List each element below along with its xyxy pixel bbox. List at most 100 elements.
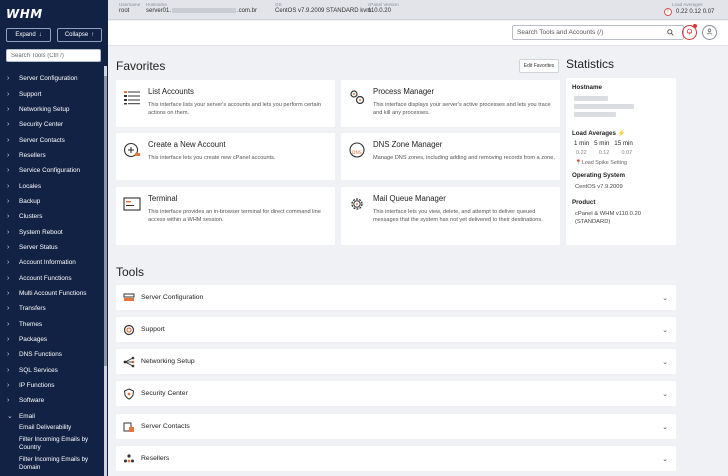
- load-period: 5 min: [594, 140, 610, 147]
- sidebar-item-account-functions[interactable]: › Account Functions: [0, 270, 104, 285]
- load-spike-link[interactable]: 📍Load Spike Setting: [575, 159, 627, 167]
- sidebar-item-service-configuration[interactable]: › Service Configuration: [0, 163, 104, 178]
- chevron-right-icon: ›: [7, 136, 10, 144]
- sidebar-subitem-filter-by-domain[interactable]: Filter Incoming Emails by Domain: [19, 456, 104, 472]
- sidebar-item-software[interactable]: › Software: [0, 393, 104, 408]
- load-period: 15 min: [614, 140, 633, 147]
- lifebuoy-icon: [123, 324, 135, 336]
- search-icon[interactable]: [667, 29, 674, 38]
- card-description: This interface lets you view, delete, an…: [373, 209, 543, 224]
- card-description: This interface lists your server's accou…: [148, 102, 321, 117]
- notifications-button[interactable]: [682, 24, 697, 40]
- sidebar-item-server-configuration[interactable]: › Server Configuration: [0, 71, 104, 86]
- sidebar-item-ip-functions[interactable]: › IP Functions: [0, 378, 104, 393]
- chevron-down-icon: ⌄: [7, 413, 13, 421]
- sidebar-subitem-filter-by-country[interactable]: Filter Incoming Emails by Country: [19, 436, 104, 452]
- load-values: 0.22 0.12 0.07: [576, 150, 632, 156]
- whm-logo[interactable]: WHM: [6, 7, 43, 21]
- chevron-right-icon: ›: [7, 397, 10, 405]
- notification-badge: [693, 24, 697, 28]
- tool-group-resellers[interactable]: Resellers ⌄: [116, 446, 676, 471]
- sidebar-item-email[interactable]: ⌄ Email: [0, 409, 104, 424]
- collapse-button[interactable]: Collapse ↑: [57, 28, 102, 42]
- sidebar-item-sql-services[interactable]: › SQL Services: [0, 363, 104, 378]
- tool-group-networking-setup[interactable]: Networking Setup ⌄: [116, 349, 676, 374]
- sidebar-item-server-contacts[interactable]: › Server Contacts: [0, 132, 104, 147]
- tool-group-security-center[interactable]: Security Center ⌄: [116, 381, 676, 406]
- sidebar-item-support[interactable]: › Support: [0, 86, 104, 101]
- tools-search-input[interactable]: [512, 25, 684, 40]
- dns-icon: DNS: [348, 141, 366, 159]
- chevron-right-icon: ›: [7, 75, 10, 83]
- arrow-down-icon: ↓: [38, 32, 42, 38]
- chevron-right-icon: ›: [7, 151, 10, 159]
- stat-product-label: Product: [572, 199, 596, 206]
- cpanel-version-value: 110.0.20: [368, 8, 391, 14]
- sidebar-subitem-email-deliverability[interactable]: Email Deliverability: [19, 424, 104, 432]
- card-title: Create a New Account: [148, 140, 226, 149]
- sidebar-item-label: Account Functions: [19, 274, 72, 282]
- sidebar-item-transfers[interactable]: › Transfers: [0, 301, 104, 316]
- favorite-card-dns-zone-manager[interactable]: DNS DNS Zone Manager Manage DNS zones, i…: [341, 133, 560, 180]
- chevron-right-icon: ›: [7, 305, 10, 313]
- chevron-right-icon: ›: [7, 197, 10, 205]
- email-submenu: Email Deliverability Filter Incoming Ema…: [0, 424, 104, 472]
- chevron-down-icon: ⌄: [662, 358, 668, 366]
- chevron-right-icon: ›: [7, 274, 10, 282]
- sidebar-nav: › Server Configuration › Support › Networki…: [0, 71, 104, 476]
- chevron-right-icon: ›: [7, 213, 10, 221]
- favorite-card-create-account[interactable]: Create a New Account This interface lets…: [116, 133, 335, 180]
- card-description: Manage DNS zones, including adding and r…: [373, 155, 555, 161]
- sidebar-search-input[interactable]: [6, 49, 101, 62]
- sidebar-item-packages[interactable]: › Packages: [0, 332, 104, 347]
- sidebar-item-security-center[interactable]: › Security Center: [0, 117, 104, 132]
- card-description: This interface provides an in-browser te…: [148, 209, 321, 224]
- chevron-down-icon: ⌄: [662, 294, 668, 302]
- tool-group-label: Security Center: [141, 390, 188, 397]
- sidebar-item-server-status[interactable]: › Server Status: [0, 240, 104, 255]
- tool-group-support[interactable]: Support ⌄: [116, 317, 676, 342]
- stat-load-label: Load Averages ⚡: [572, 130, 626, 137]
- os-value: CentOS v7.9.2009 STANDARD kvm: [275, 8, 372, 14]
- edit-favorites-button[interactable]: Edit Favorites: [519, 59, 559, 73]
- sidebar-item-clusters[interactable]: › Clusters: [0, 209, 104, 224]
- user-menu-button[interactable]: [702, 25, 717, 40]
- favorite-card-mail-queue-manager[interactable]: Mail Queue Manager This interface lets y…: [341, 187, 560, 245]
- chevron-right-icon: ›: [7, 259, 10, 267]
- sidebar-item-dns-functions[interactable]: › DNS Functions: [0, 347, 104, 362]
- tool-group-server-contacts[interactable]: Server Contacts ⌄: [116, 414, 676, 439]
- scrollbar-thumb[interactable]: [104, 76, 107, 366]
- stat-os-label: Operating System: [572, 172, 625, 179]
- os-label: OS: [275, 2, 282, 7]
- sidebar-item-locales[interactable]: › Locales: [0, 178, 104, 193]
- process-manager-icon: [348, 88, 366, 106]
- alert-icon[interactable]: !: [664, 8, 672, 16]
- card-title: List Accounts: [148, 87, 194, 96]
- sidebar-item-resellers[interactable]: › Resellers: [0, 148, 104, 163]
- sidebar-item-system-reboot[interactable]: › System Reboot: [0, 224, 104, 239]
- sidebar-item-backup[interactable]: › Backup: [0, 194, 104, 209]
- chevron-down-icon: ⌄: [662, 390, 668, 398]
- favorite-card-list-accounts[interactable]: List Accounts This interface lists your …: [116, 80, 335, 127]
- expand-label: Expand: [15, 32, 36, 38]
- favorite-card-terminal[interactable]: Terminal This interface provides an in-b…: [116, 187, 335, 245]
- chevron-down-icon: ⌄: [662, 455, 668, 463]
- tools-heading: Tools: [116, 265, 145, 279]
- tool-group-server-configuration[interactable]: Server Configuration ⌄: [116, 285, 676, 310]
- sidebar-item-label: Server Contacts: [19, 136, 65, 144]
- chevron-right-icon: ›: [7, 382, 10, 390]
- sidebar-item-label: Security Center: [19, 121, 64, 129]
- bell-icon: [686, 28, 693, 37]
- sidebar-item-themes[interactable]: › Themes: [0, 317, 104, 332]
- sidebar-item-networking-setup[interactable]: › Networking Setup: [0, 102, 104, 117]
- chevron-right-icon: ›: [7, 167, 10, 175]
- favorite-card-process-manager[interactable]: Process Manager This interface displays …: [341, 80, 560, 127]
- sidebar-scrollbar[interactable]: [104, 66, 107, 476]
- expand-button[interactable]: Expand ↓: [6, 28, 51, 42]
- load-period: 1 min: [574, 140, 590, 147]
- hostname-suffix: .com.br: [237, 8, 258, 15]
- chevron-right-icon: ›: [7, 182, 10, 190]
- sidebar-item-account-information[interactable]: › Account Information: [0, 255, 104, 270]
- stat-os-value: CentOS v7.9.2009: [575, 184, 623, 190]
- sidebar-item-multi-account-functions[interactable]: › Multi Account Functions: [0, 286, 104, 301]
